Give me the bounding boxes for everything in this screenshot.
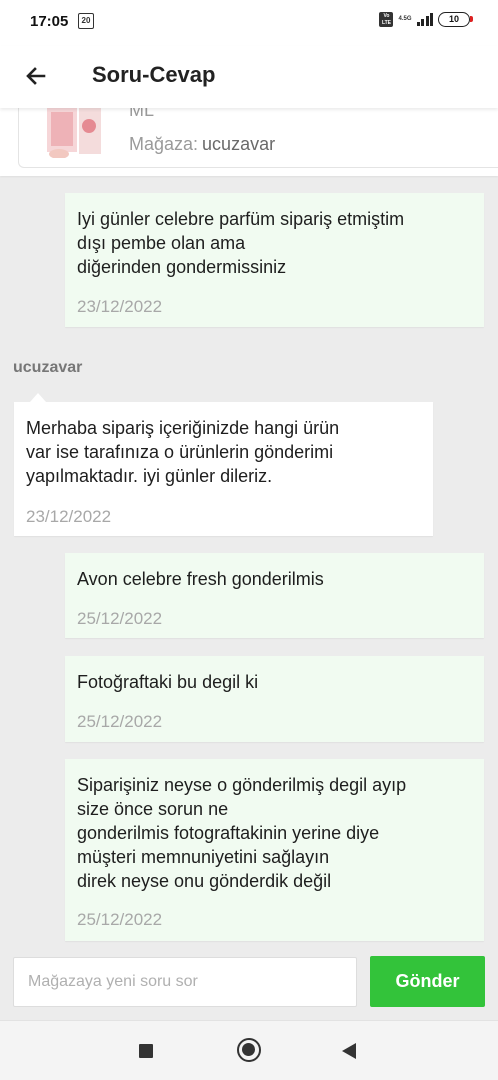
message-bubble-customer: Avon celebre fresh gonderilmis 25/12/202… (65, 553, 484, 638)
network-type-label: 4.5G (398, 16, 412, 22)
message-date: 25/12/2022 (77, 609, 163, 628)
store-label: Mağaza: (129, 134, 199, 154)
message-text: Siparişiniz neyse o gönderilmiş degil ay… (77, 775, 407, 891)
arrow-left-icon (26, 67, 46, 85)
store-info: Mağaza: ucuzavar (129, 134, 275, 155)
message-date: 25/12/2022 (77, 712, 163, 731)
message-bubble-seller: Merhaba sipariş içeriğinizde hangi ürün … (14, 402, 433, 536)
product-card-frame: ML Mağaza: ucuzavar (18, 108, 498, 168)
product-card[interactable]: ML Mağaza: ucuzavar (0, 108, 498, 176)
product-image (33, 108, 111, 158)
message-date: 23/12/2022 (77, 297, 163, 316)
question-input[interactable] (13, 957, 357, 1007)
signal-icon (416, 13, 433, 26)
recents-icon[interactable] (139, 1044, 153, 1058)
product-name: ML (129, 108, 155, 120)
back-button[interactable] (18, 58, 54, 94)
sender-name: ucuzavar (13, 359, 83, 376)
status-time: 17:05 (30, 13, 69, 30)
back-triangle-icon[interactable] (342, 1043, 356, 1059)
status-indicators: Vo LTE 4.5G 10 (379, 12, 473, 27)
volte-icon: Vo LTE (379, 12, 394, 27)
message-text: Fotoğraftaki bu degil ki (77, 672, 259, 692)
home-icon[interactable] (237, 1038, 261, 1062)
message-text: Avon celebre fresh gonderilmis (77, 569, 324, 589)
message-bubble-customer: Iyi günler celebre parfüm sipariş etmişt… (65, 193, 484, 327)
message-text: Merhaba sipariş içeriğinizde hangi ürün … (26, 418, 340, 486)
page-title: Soru-Cevap (92, 62, 216, 87)
app-bar: Soru-Cevap (0, 46, 498, 108)
message-bubble-customer: Siparişiniz neyse o gönderilmiş degil ay… (65, 759, 484, 941)
compose-bar: Gönder (0, 944, 498, 1020)
message-date: 23/12/2022 (26, 507, 112, 526)
message-bubble-customer: Fotoğraftaki bu degil ki 25/12/2022 (65, 656, 484, 742)
store-name[interactable]: ucuzavar (202, 134, 275, 154)
status-bar: 17:05 20 Vo LTE 4.5G 10 (0, 0, 498, 46)
notification-icon: 20 (78, 13, 94, 29)
message-text: Iyi günler celebre parfüm sipariş etmişt… (77, 209, 405, 277)
send-button[interactable]: Gönder (370, 956, 485, 1007)
battery-icon: 10 (438, 12, 473, 27)
system-nav-bar (0, 1020, 498, 1080)
message-date: 25/12/2022 (77, 910, 163, 929)
bubble-tail (30, 393, 46, 402)
